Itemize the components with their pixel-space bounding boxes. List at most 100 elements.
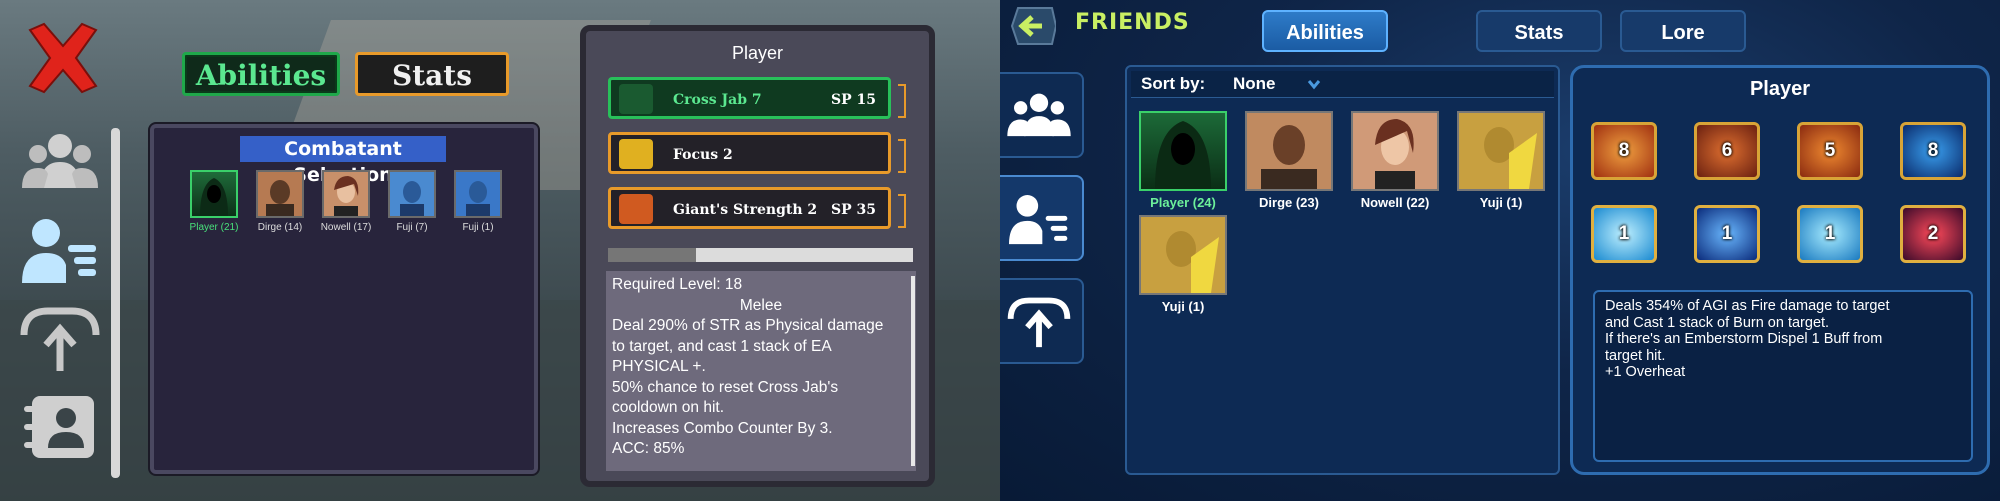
- close-icon[interactable]: [22, 20, 104, 96]
- upload-icon: [1007, 297, 1071, 348]
- new-ui-screen: FRIENDS Abilities Stats Lore Sort by: No…: [1000, 0, 2000, 501]
- desc-line: and Cast 1 stack of Burn on target.: [1605, 314, 1830, 331]
- desc-line: Deals 354% of AGI as Fire damage to targ…: [1605, 298, 1890, 314]
- tab-abilities[interactable]: Abilities: [1262, 10, 1388, 52]
- desc-line: ACC: 85%: [612, 440, 685, 457]
- friend-name: Yuji (1): [1479, 195, 1523, 210]
- slot-level: 1: [1618, 223, 1630, 244]
- combatant-name: Dirge (14): [257, 222, 303, 233]
- slot-level: 8: [1927, 140, 1939, 161]
- sidebar-scrollbar[interactable]: [111, 128, 120, 478]
- ability-slot[interactable]: 2: [1900, 205, 1966, 263]
- chevron-down-icon[interactable]: [1307, 77, 1321, 91]
- friend-name: Yuji (1): [1161, 299, 1205, 314]
- friend-card[interactable]: [1351, 111, 1439, 191]
- combatant-card[interactable]: [388, 170, 436, 218]
- friend-card[interactable]: [1139, 111, 1227, 191]
- sort-label: Sort by:: [1141, 74, 1206, 93]
- nowell-portrait: [324, 172, 368, 216]
- ability-row[interactable]: Cross Jab 7 SP 15: [608, 77, 906, 119]
- tab-stats[interactable]: Stats: [1476, 10, 1602, 52]
- ability-slot[interactable]: 1: [1797, 205, 1863, 263]
- desc-line: PHYSICAL +.: [612, 358, 706, 375]
- combatant-card[interactable]: [322, 170, 370, 218]
- player-ability-panel: Player Cross Jab 7 SP 15 Focus 2 Giant's…: [580, 25, 935, 487]
- ability-slot[interactable]: 8: [1591, 122, 1657, 180]
- focus-icon: [619, 139, 653, 169]
- combatant-card[interactable]: [190, 170, 238, 218]
- nowell-portrait: [1353, 113, 1437, 189]
- ability-description: Required Level: 18 Melee Deal 290% of ST…: [606, 271, 916, 471]
- panel-title: Player: [1749, 78, 1811, 100]
- giants-strength-icon: [619, 194, 653, 224]
- ability-name: Cross Jab 7: [673, 92, 762, 108]
- ability-cost: SP 35: [831, 202, 876, 218]
- slot-level: 2: [1927, 223, 1939, 244]
- character-list-icon[interactable]: [18, 215, 102, 285]
- ability-row[interactable]: Giant's Strength 2 SP 35: [608, 187, 906, 229]
- combatant-selection-panel: Combatant Selection Player (21) Dirge (1…: [150, 124, 538, 474]
- desc-line: 50% chance to reset Cross Jab's: [612, 378, 839, 396]
- hooded-figure-portrait: [1155, 121, 1211, 189]
- old-ui-screen: Abilities Stats Combatant Player (21) Di…: [0, 0, 1000, 501]
- sidebar-item-characters[interactable]: [1000, 175, 1084, 261]
- fuji-portrait: [390, 172, 434, 216]
- yuji-portrait: [1459, 113, 1543, 189]
- friend-card[interactable]: [1457, 111, 1545, 191]
- friend-name: Nowell (22): [1360, 195, 1430, 210]
- player-ability-panel: Player 8 6 5 8 1 1 1 2 Deals 354% of AGI…: [1570, 65, 1990, 475]
- sidebar-item-party[interactable]: [1000, 72, 1084, 158]
- friend-card[interactable]: [1245, 111, 1333, 191]
- tab-abilities[interactable]: Abilities: [182, 52, 340, 96]
- sidebar-item-upload[interactable]: [1000, 278, 1084, 364]
- description-scrollbar[interactable]: [911, 276, 915, 466]
- dirge-portrait: [1247, 113, 1331, 189]
- ability-row[interactable]: Focus 2: [608, 132, 906, 174]
- row-tab: [898, 139, 906, 173]
- row-tab: [898, 84, 906, 118]
- page-title: FRIENDS: [1075, 10, 1190, 35]
- slot-level: 5: [1824, 140, 1836, 161]
- ability-name: Giant's Strength 2: [673, 202, 818, 218]
- desc-line: Increases Combo Counter By 3.: [612, 419, 833, 437]
- slot-level: 1: [1824, 223, 1836, 244]
- ability-progress-bar: [608, 248, 913, 262]
- panel-title: Player: [731, 43, 784, 63]
- desc-line: +1 Overheat: [1605, 364, 1686, 380]
- contacts-book-icon[interactable]: [18, 392, 102, 462]
- sort-bar: Sort by: None: [1131, 71, 1554, 98]
- ability-slot[interactable]: 1: [1694, 205, 1760, 263]
- combatant-name: Nowell (17): [320, 222, 372, 233]
- desc-line: If there's an Emberstorm Dispel 1 Buff f…: [1605, 331, 1883, 347]
- upload-icon[interactable]: [18, 305, 102, 375]
- fuji-portrait: [456, 172, 500, 216]
- combatant-card[interactable]: [256, 170, 304, 218]
- panel-title: Combatant Selection: [240, 136, 446, 186]
- ability-slot[interactable]: 6: [1694, 122, 1760, 180]
- ability-slot[interactable]: 1: [1591, 205, 1657, 263]
- tab-stats[interactable]: Stats: [355, 52, 509, 96]
- party-icon: [1007, 93, 1071, 137]
- ability-slot[interactable]: 5: [1797, 122, 1863, 180]
- slot-level: 1: [1721, 223, 1733, 244]
- ability-slot[interactable]: 8: [1900, 122, 1966, 180]
- yuji-portrait: [1141, 217, 1225, 293]
- slot-level: 8: [1618, 140, 1630, 161]
- back-arrow-icon[interactable]: [1008, 6, 1056, 46]
- friends-list-panel: Sort by: None Player (24) Dirge (23) Now…: [1125, 65, 1560, 475]
- sort-dropdown[interactable]: None: [1233, 74, 1276, 94]
- desc-line: Required Level: 18: [612, 276, 743, 293]
- party-icon[interactable]: [18, 128, 102, 198]
- combatant-card[interactable]: [454, 170, 502, 218]
- desc-line: to target, and cast 1 stack of EA: [612, 337, 832, 355]
- cross-jab-icon: [619, 84, 653, 114]
- friend-name: Dirge (23): [1259, 195, 1319, 210]
- tab-lore[interactable]: Lore: [1620, 10, 1746, 52]
- friend-card[interactable]: [1139, 215, 1227, 295]
- desc-line: Deal 290% of STR as Physical damage: [612, 317, 884, 334]
- desc-line: Melee: [739, 296, 783, 314]
- slot-level: 6: [1721, 140, 1733, 161]
- dirge-portrait: [258, 172, 302, 216]
- desc-line: target hit.: [1605, 347, 1666, 364]
- ability-name: Focus 2: [673, 147, 733, 163]
